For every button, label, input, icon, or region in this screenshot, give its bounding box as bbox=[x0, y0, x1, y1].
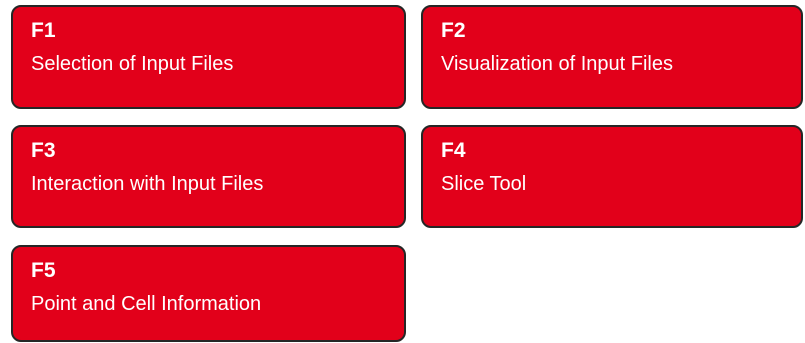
feature-card-f4: F4 Slice Tool bbox=[421, 125, 803, 228]
feature-card-f3: F3 Interaction with Input Files bbox=[11, 125, 406, 228]
feature-title: Selection of Input Files bbox=[31, 53, 234, 75]
feature-code: F2 bbox=[441, 19, 466, 42]
feature-card-f2: F2 Visualization of Input Files bbox=[421, 5, 803, 109]
feature-title: Slice Tool bbox=[441, 173, 527, 195]
feature-code: F1 bbox=[31, 19, 56, 42]
feature-card-f5: F5 Point and Cell Information bbox=[11, 245, 406, 342]
feature-code: F3 bbox=[31, 139, 56, 162]
feature-card-f1: F1 Selection of Input Files bbox=[11, 5, 406, 109]
feature-title: Interaction with Input Files bbox=[31, 173, 264, 195]
feature-code: F4 bbox=[441, 139, 466, 162]
feature-title: Visualization of Input Files bbox=[441, 53, 673, 75]
feature-code: F5 bbox=[31, 259, 56, 282]
feature-title: Point and Cell Information bbox=[31, 293, 262, 315]
